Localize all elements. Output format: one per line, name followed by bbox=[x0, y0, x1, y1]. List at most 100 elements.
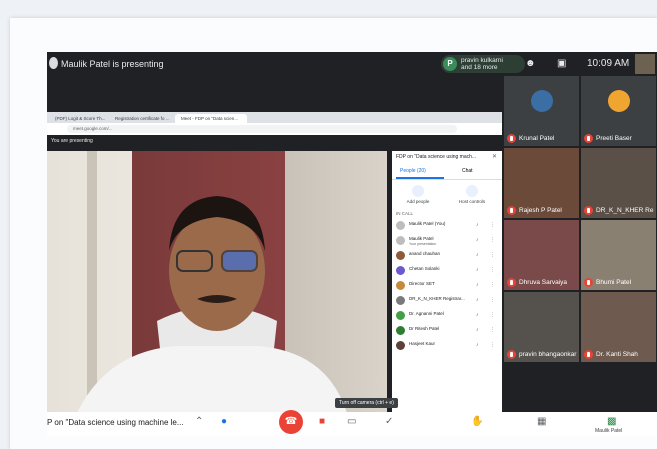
people-icon[interactable]: ☻ bbox=[525, 58, 536, 69]
participant-row[interactable]: Maulik Patel Your presentation ♪ ⋮ bbox=[392, 234, 502, 249]
participant-tile[interactable]: Rajesh P Patel bbox=[504, 148, 579, 218]
participant-name: Hasjeet Kaur bbox=[409, 341, 436, 346]
tile-label: Preeti Baser bbox=[596, 135, 632, 142]
inner-meet-view: You are presenting meet.google.com is sh… bbox=[47, 135, 502, 436]
tile-label: Dhruva Sarvaiya bbox=[519, 279, 568, 286]
tile-name: Rajesh P Patel bbox=[507, 206, 562, 215]
host-controls-button[interactable]: Host controls bbox=[452, 185, 492, 204]
more-icon[interactable]: ⋮ bbox=[490, 327, 495, 333]
avatar bbox=[396, 326, 405, 335]
participant-tile[interactable]: Dr. Kanti Shah bbox=[581, 292, 656, 362]
mic-off-icon: ♪ bbox=[476, 267, 479, 273]
avatar bbox=[396, 266, 405, 275]
avatar bbox=[396, 311, 405, 320]
mic-off-icon bbox=[507, 134, 516, 143]
host-controls-label: Host controls bbox=[458, 199, 486, 204]
participant-row[interactable]: Maulik Patel (You) ♪ ⋮ bbox=[392, 219, 502, 234]
more-icon[interactable]: ⋮ bbox=[490, 312, 495, 318]
mic-icon: ♪ bbox=[476, 237, 479, 243]
tab-chat[interactable]: Chat bbox=[462, 168, 473, 174]
tile-label: DR_K_N_KHER Re bbox=[596, 207, 654, 214]
present-label: Maulik Patel bbox=[595, 428, 623, 434]
avatar bbox=[396, 251, 405, 260]
participant-grid: Krunal Patel Preeti Baser Rajesh P Patel… bbox=[502, 76, 657, 412]
participant-sub: Your presentation bbox=[409, 242, 437, 246]
participant-tile[interactable]: Dhruva Sarvaiya bbox=[504, 220, 579, 290]
raise-hand-icon[interactable]: ✋ bbox=[471, 416, 483, 427]
presenting-label: Maulik Patel is presenting bbox=[61, 59, 164, 69]
close-icon[interactable]: ✕ bbox=[492, 153, 497, 160]
participant-tile[interactable]: DR_K_N_KHER Re bbox=[581, 148, 656, 218]
participant-row[interactable]: Dr Ritesh Patel ♪ ⋮ bbox=[392, 324, 502, 339]
tile-name: pravin bhangaonkar bbox=[507, 350, 576, 359]
chat-icon[interactable]: ▣ bbox=[557, 58, 566, 69]
add-people-button[interactable]: Add people bbox=[398, 185, 438, 204]
more-icon[interactable]: ⋮ bbox=[490, 297, 495, 303]
participant-tile[interactable]: Preeti Baser bbox=[581, 76, 656, 146]
present-icon[interactable]: ▩ bbox=[607, 416, 616, 427]
panel-tabs: People (20) Chat bbox=[392, 165, 502, 180]
end-call-button[interactable]: ☎ bbox=[279, 410, 303, 434]
captions-icon[interactable]: ▭ bbox=[347, 416, 356, 427]
tile-label: Krunal Patel bbox=[519, 135, 555, 142]
more-icon[interactable]: ⋮ bbox=[490, 282, 495, 288]
participant-row[interactable]: Dr. Agnanni Patel ♪ ⋮ bbox=[392, 309, 502, 324]
participant-name: Maulik Patel bbox=[409, 236, 434, 241]
avatar bbox=[608, 90, 630, 112]
participant-name: anand chauhan bbox=[409, 251, 441, 256]
participant-tile[interactable]: Bhumi Patel bbox=[581, 220, 656, 290]
add-person-icon bbox=[412, 185, 424, 197]
participant-name: DR_K_N_KHER Registrar... bbox=[409, 296, 465, 301]
tile-name: Bhumi Patel bbox=[584, 278, 631, 287]
self-view-thumbnail[interactable] bbox=[635, 54, 655, 74]
mic-off-icon: ♪ bbox=[476, 252, 479, 258]
avatar bbox=[531, 90, 553, 112]
avatar bbox=[396, 236, 405, 245]
more-icon[interactable]: ⋮ bbox=[490, 252, 495, 258]
presenter-avatar-icon bbox=[49, 57, 58, 69]
participant-row[interactable]: Director SET ♪ ⋮ bbox=[392, 279, 502, 294]
participant-tile[interactable]: pravin bhangaonkar bbox=[504, 292, 579, 362]
address-bar[interactable]: meet.google.com/... bbox=[67, 125, 457, 133]
meeting-name[interactable]: P on "Data science using machine le... bbox=[47, 418, 184, 427]
top-bar: Maulik Patel is presenting P pravin kulk… bbox=[47, 52, 657, 76]
mic-icon[interactable]: ● bbox=[221, 416, 227, 427]
mic-off-icon: ♪ bbox=[476, 312, 479, 318]
browser-tab-bar: (PDF) Logit & Score Th... Registration c… bbox=[47, 112, 502, 123]
tile-name: Dhruva Sarvaiya bbox=[507, 278, 567, 287]
participant-row[interactable]: Hasjeet Kaur ♪ ⋮ bbox=[392, 339, 502, 354]
layout-icon[interactable]: ▦ bbox=[537, 416, 546, 427]
address-row: meet.google.com/... bbox=[47, 123, 502, 135]
add-people-label: Add people bbox=[406, 199, 430, 204]
participant-row[interactable]: DR_K_N_KHER Registrar... ♪ ⋮ bbox=[392, 294, 502, 309]
tile-label: Dr. Kanti Shah bbox=[596, 351, 638, 358]
more-icon[interactable]: ⋮ bbox=[490, 222, 495, 228]
browser-tab[interactable]: (PDF) Logit & Score Th... bbox=[49, 114, 113, 123]
participant-row[interactable]: Chetan Solanki ♪ ⋮ bbox=[392, 264, 502, 279]
mic-icon: ♪ bbox=[476, 282, 479, 288]
participants-chip[interactable]: P pravin kulkarni and 18 more bbox=[441, 55, 525, 73]
browser-tab-active[interactable]: Meet - FDP on "Data scien... bbox=[175, 114, 247, 123]
participant-row[interactable]: anand chauhan ♪ ⋮ bbox=[392, 249, 502, 264]
more-icon[interactable]: ⋮ bbox=[490, 267, 495, 273]
chip-more: and 18 more bbox=[461, 64, 498, 71]
tile-name: DR_K_N_KHER Re bbox=[584, 206, 653, 215]
tab-people[interactable]: People (20) bbox=[400, 168, 426, 174]
speaker-figure bbox=[77, 151, 347, 413]
active-tab-indicator bbox=[396, 177, 444, 179]
avatar bbox=[396, 296, 405, 305]
avatar bbox=[396, 281, 405, 290]
participant-tile[interactable]: Krunal Patel bbox=[504, 76, 579, 146]
panel-title: FDP on "Data science using mach... bbox=[396, 154, 477, 160]
browser-tab[interactable]: Registration certificate fo ... bbox=[109, 114, 179, 123]
more-icon[interactable]: ⋮ bbox=[490, 342, 495, 348]
tile-name: Dr. Kanti Shah bbox=[584, 350, 638, 359]
you-are-presenting-label: You are presenting bbox=[51, 138, 93, 144]
participant-name: Director SET bbox=[409, 281, 435, 286]
more-options-icon[interactable]: ✓ bbox=[385, 416, 393, 427]
chevron-up-icon[interactable]: ⌃ bbox=[195, 416, 203, 427]
camera-off-icon[interactable]: ■ bbox=[319, 416, 325, 427]
more-icon[interactable]: ⋮ bbox=[490, 237, 495, 243]
mic-off-icon bbox=[507, 350, 516, 359]
chip-avatar: P bbox=[443, 57, 457, 71]
